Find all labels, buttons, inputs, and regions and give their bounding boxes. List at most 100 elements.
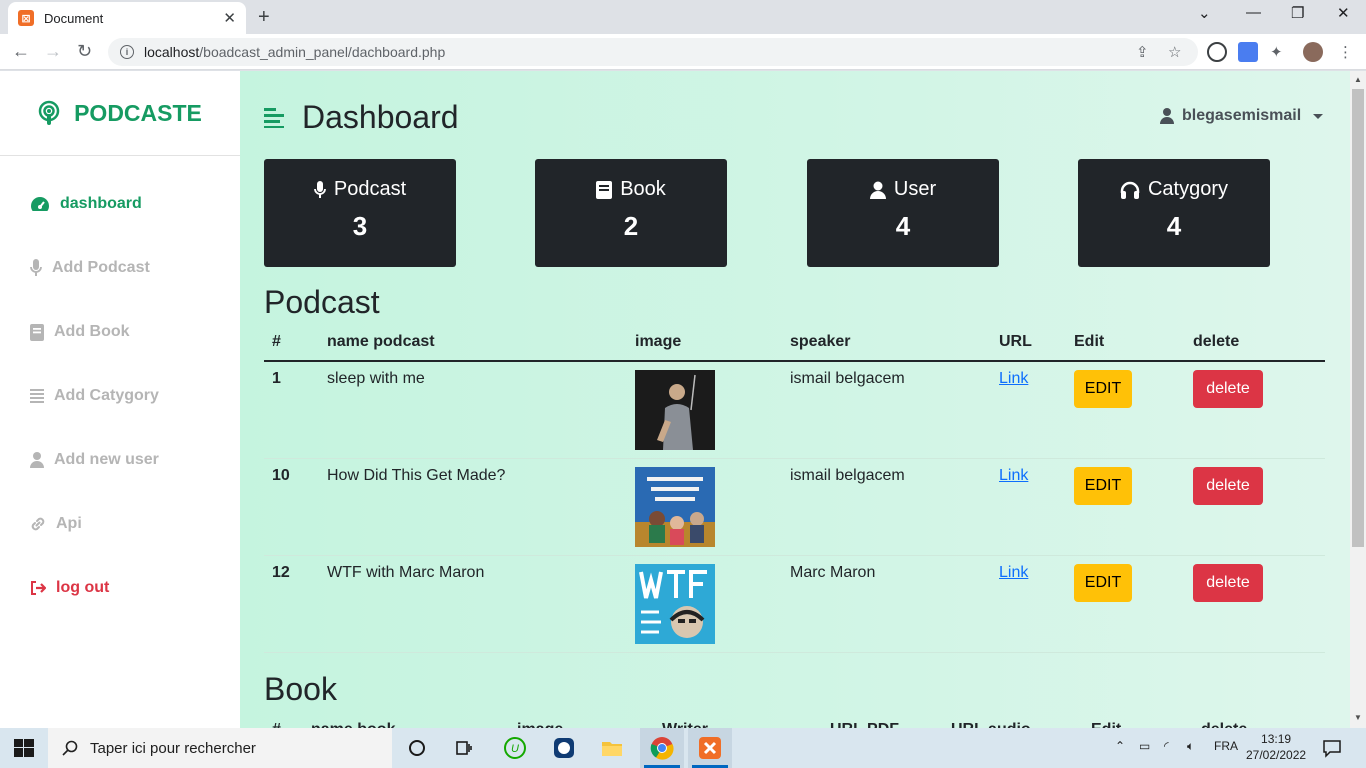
volume-icon[interactable]: 🔈︎: [1187, 739, 1194, 754]
share-icon[interactable]: ⇪: [1136, 43, 1149, 61]
column-header: Edit: [1066, 323, 1185, 362]
stat-value: 4: [1166, 211, 1182, 241]
back-icon[interactable]: ←: [12, 41, 30, 62]
table-row: 10 How Did This Get Made? ismail belgace…: [264, 458, 1325, 556]
sidebar-item-add-catygory[interactable]: Add Catygory: [30, 387, 159, 405]
restore-button[interactable]: ❐: [1291, 4, 1304, 22]
stat-label: User: [893, 178, 937, 200]
scrollbar-thumb[interactable]: [1352, 89, 1364, 547]
delete-button[interactable]: delete: [1193, 467, 1263, 505]
stat-card-podcast: Podcast 3: [264, 159, 456, 267]
delete-button[interactable]: delete: [1193, 370, 1263, 408]
sidebar-item-label: Add Catygory: [54, 387, 159, 404]
delete-button[interactable]: delete: [1193, 564, 1263, 602]
forward-icon[interactable]: →: [44, 41, 62, 62]
list-icon: [30, 389, 44, 403]
podcast-link[interactable]: Link: [999, 370, 1028, 387]
profile-avatar[interactable]: [1303, 42, 1323, 62]
column-header: speaker: [782, 323, 991, 362]
xampp-favicon-icon: ⊠: [18, 10, 34, 26]
bookmark-star-icon[interactable]: ☆: [1168, 43, 1181, 61]
column-header: image: [509, 711, 654, 728]
edit-button[interactable]: EDIT: [1074, 467, 1132, 505]
xampp-taskbar-item[interactable]: [688, 728, 732, 768]
svg-text:U: U: [511, 743, 519, 755]
notifications-icon[interactable]: [1322, 738, 1342, 758]
podcast-table: # name podcast image speaker URL Edit de…: [264, 323, 1325, 653]
close-window-button[interactable]: ✕: [1337, 4, 1350, 22]
minimize-button[interactable]: —: [1246, 4, 1261, 21]
user-icon: [30, 452, 44, 468]
sidebar-item-api[interactable]: Api: [30, 515, 82, 533]
page-scrollbar[interactable]: ▲ ▼: [1350, 71, 1366, 728]
file-explorer-icon[interactable]: [600, 736, 624, 760]
show-hidden-icons[interactable]: ⌃: [1115, 739, 1125, 753]
google-translate-icon[interactable]: [1238, 42, 1258, 62]
xampp-icon: [699, 737, 721, 759]
chrome-menu-icon[interactable]: ⋮: [1338, 43, 1353, 61]
podcast-edit-cell: EDIT: [1066, 361, 1185, 459]
podcast-link[interactable]: Link: [999, 467, 1028, 484]
edit-button[interactable]: EDIT: [1074, 370, 1132, 408]
user-dropdown[interactable]: blegasemismail: [1160, 107, 1324, 125]
battery-icon[interactable]: ▭: [1139, 739, 1150, 753]
task-view-icon[interactable]: [452, 736, 476, 760]
system-clock[interactable]: 13:19 27/02/2022: [1246, 731, 1306, 763]
podcast-url-cell: Link: [991, 361, 1066, 459]
podcast-speaker: ismail belgacem: [782, 458, 991, 556]
podcast-edit-cell: EDIT: [1066, 458, 1185, 556]
address-bar[interactable]: i localhost/boadcast_admin_panel/dachboa…: [108, 38, 1198, 66]
extensions-puzzle-icon[interactable]: ✦: [1270, 43, 1283, 61]
browser-toolbar: ← → ↻ i localhost/boadcast_admin_panel/d…: [0, 34, 1366, 70]
windows-start-icon[interactable]: [14, 739, 34, 757]
user-icon: [1160, 108, 1174, 124]
wifi-icon[interactable]: ◜: [1164, 739, 1169, 753]
extension-speed-icon[interactable]: [1207, 42, 1227, 62]
sidebar-item-dashboard[interactable]: dashboard: [30, 195, 142, 213]
podcast-section-title: Podcast: [264, 284, 380, 320]
tab-search-icon[interactable]: ⌄: [1198, 4, 1211, 22]
new-tab-button[interactable]: +: [258, 6, 270, 29]
address-url[interactable]: localhost/boadcast_admin_panel/dachboard…: [144, 44, 445, 60]
podcast-cover-image: [635, 564, 715, 644]
sidebar-item-label: log out: [56, 579, 110, 596]
windows-taskbar: Taper ici pour rechercher U ⌃ ▭ ◜ 🔈︎ FRA…: [0, 728, 1366, 768]
sidebar-item-label: Add Book: [54, 323, 130, 340]
chrome-taskbar-item[interactable]: [640, 728, 684, 768]
sidebar-item-label: dashboard: [60, 195, 142, 212]
taskbar-search[interactable]: Taper ici pour rechercher: [48, 728, 392, 768]
page-viewport: PODCASTE dashboard Add Podcast Add Book …: [0, 71, 1366, 728]
sidebar-item-add-podcast[interactable]: Add Podcast: [30, 259, 150, 277]
podcast-image-cell: [627, 458, 782, 556]
column-header: name podcast: [319, 323, 627, 362]
sidebar-item-add-new-user[interactable]: Add new user: [30, 451, 159, 469]
tab-close-icon[interactable]: ✕: [223, 9, 236, 27]
browser-tab[interactable]: ⊠ Document ✕: [8, 2, 246, 34]
cortana-icon[interactable]: [405, 736, 429, 760]
sidebar-toggle-icon[interactable]: [264, 107, 286, 128]
scroll-up-icon[interactable]: ▲: [1354, 75, 1362, 84]
column-header: URL PDF: [822, 711, 943, 728]
brand[interactable]: PODCASTE: [0, 71, 240, 156]
podcast-speaker: ismail belgacem: [782, 361, 991, 459]
language-indicator[interactable]: FRA: [1214, 739, 1238, 753]
app-icon[interactable]: [552, 736, 576, 760]
username: blegasemismail: [1182, 107, 1302, 124]
podcast-id: 12: [264, 555, 319, 653]
edit-button[interactable]: EDIT: [1074, 564, 1132, 602]
stat-value: 4: [895, 211, 911, 241]
book-icon: [596, 180, 613, 199]
reload-icon[interactable]: ↻: [77, 41, 92, 62]
podcast-name: sleep with me: [319, 361, 627, 459]
gauge-icon: [31, 197, 49, 211]
upwork-icon[interactable]: U: [503, 736, 527, 760]
scroll-down-icon[interactable]: ▼: [1354, 713, 1362, 722]
podcast-cover-image: [635, 467, 715, 547]
podcast-url-cell: Link: [991, 458, 1066, 556]
stat-card-book: Book 2: [535, 159, 727, 267]
sidebar-item-add-book[interactable]: Add Book: [30, 323, 130, 341]
site-info-icon[interactable]: i: [120, 45, 134, 59]
column-header: delete: [1193, 711, 1325, 728]
podcast-link[interactable]: Link: [999, 564, 1028, 581]
sidebar-item-log-out[interactable]: log out: [30, 579, 109, 597]
